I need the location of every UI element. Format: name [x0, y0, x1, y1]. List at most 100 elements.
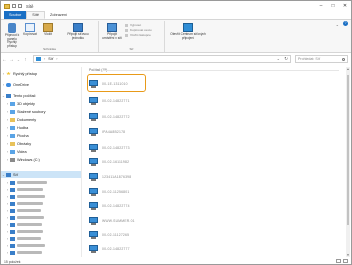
map-drive-button[interactable]: Připojit síťovou jednotku [61, 23, 95, 40]
computer-icon [89, 113, 98, 121]
minimize-icon[interactable]: – [318, 3, 324, 9]
copy-button[interactable]: Kopírovat [23, 23, 37, 37]
computer-item[interactable]: 00-02-14822773 [89, 141, 209, 155]
map-location-button[interactable]: Připojit umístění v síti [101, 23, 123, 40]
nav-network-node[interactable]: › [1, 179, 81, 186]
nav-item-pictures[interactable]: › Obrázky [1, 140, 81, 147]
breadcrumb-chevron-icon[interactable]: › [56, 57, 57, 61]
nav-network-node[interactable]: › [1, 193, 81, 200]
tab-network[interactable]: Sítě [26, 11, 46, 19]
close-icon[interactable]: ✕ [342, 3, 348, 9]
nav-network-node[interactable]: › [1, 221, 81, 228]
nav-item-quick-access[interactable]: › Rychlý přístup [1, 70, 81, 77]
computer-icon [10, 229, 15, 234]
nav-network-node[interactable]: › [1, 207, 81, 214]
download-folder-icon [10, 109, 15, 114]
nav-item-desktop[interactable]: › Plocha [1, 132, 81, 139]
computer-item[interactable]: WWW.SUMMER.01 [89, 214, 209, 228]
pin-label: Připnout k panelu Rychlý přístup [4, 33, 20, 48]
computer-name: WWW.SUMMER.01 [102, 219, 135, 223]
help-icon[interactable]: ? [343, 21, 348, 26]
view-switcher [336, 259, 348, 263]
computer-icon [10, 180, 15, 185]
paste-button[interactable]: Vložit [37, 23, 59, 37]
forward-icon[interactable]: → [8, 56, 15, 64]
address-dropdown-icon[interactable]: ⌄ [277, 56, 280, 62]
refresh-icon[interactable]: ↻ [284, 56, 288, 62]
item-count: 15 položek [4, 259, 21, 264]
nav-item-label: Tento počítač [13, 93, 36, 98]
nav-item-documents[interactable]: › Dokumenty [1, 116, 81, 123]
computer-item[interactable]: 00-02-16111982 [89, 155, 209, 169]
computer-icon [10, 222, 15, 227]
up-icon[interactable]: ↑ [22, 56, 29, 64]
computer-item[interactable]: 00-02-11256801 [89, 185, 209, 199]
computer-name: 00-02-14822774 [102, 204, 130, 208]
search-icon [342, 57, 345, 61]
computer-name: 00-02-14822771 [102, 99, 130, 103]
details-view-icon[interactable] [336, 259, 341, 263]
computer-icon [89, 188, 98, 196]
computer-item[interactable]: 00-02-14822777 [89, 242, 209, 256]
pane-divider[interactable] [81, 67, 82, 257]
network-group: Připojit umístění v síti Vyjmout Kopírov… [99, 21, 165, 52]
computer-item[interactable]: 00-02-14822774 [89, 199, 209, 213]
tab-view[interactable]: Zobrazení [45, 11, 72, 19]
nav-network-node[interactable]: › [1, 235, 81, 242]
nav-network-node[interactable]: › [1, 249, 81, 256]
vertical-scrollbar[interactable]: ▲ ▼ [346, 67, 350, 257]
properties-icon[interactable] [12, 4, 16, 8]
computer-name: IPA4A8B2178 [102, 130, 126, 134]
tab-file[interactable]: Soubor [4, 11, 27, 19]
computer-name: 00-02-14822772 [102, 115, 130, 119]
nav-item-drive-c[interactable]: › Windows (C:) [1, 156, 81, 163]
computer-item[interactable]: 00-02-14822772 [89, 110, 209, 124]
search-input[interactable]: Prohledat: Síť [295, 55, 348, 63]
nav-item-this-pc[interactable]: ⌄ Tento počítač [1, 92, 81, 99]
breadcrumb[interactable]: Síť [48, 57, 53, 61]
ribbon-tabs: Soubor Sítě Zobrazení [1, 11, 351, 20]
folder-icon[interactable] [4, 3, 10, 9]
chevron-down-icon[interactable]: ⌄ [336, 22, 339, 27]
computer-icon [89, 97, 98, 105]
cut-item[interactable]: Vyjmout [125, 23, 141, 27]
computer-name: 00-02-14822777 [102, 247, 130, 251]
network-center-icon [183, 23, 193, 32]
computer-item[interactable]: 00-02-11127265 [89, 228, 209, 242]
large-icons-view-icon[interactable] [343, 259, 348, 263]
network-icon [36, 57, 41, 61]
nav-network-node[interactable]: › [1, 186, 81, 193]
computer-icon [10, 236, 15, 241]
chevron-right-icon[interactable]: › [1, 72, 6, 76]
copy-path-icon [125, 28, 128, 32]
videos-folder-icon [10, 149, 15, 154]
recent-locations-icon[interactable]: ⌄ [15, 56, 22, 64]
computer-item[interactable]: IPA4A8B2178 [89, 125, 209, 139]
address-bar[interactable]: › Síť › ⌄ ↻ [33, 55, 291, 63]
nav-network-node[interactable]: › [1, 200, 81, 207]
nav-network-node[interactable]: › [1, 214, 81, 221]
nav-network-node[interactable]: › [1, 228, 81, 235]
maximize-icon[interactable]: □ [330, 3, 336, 9]
nav-network-node[interactable]: › [1, 242, 81, 249]
computer-item[interactable]: 00-02-14822771 [89, 94, 209, 108]
scroll-up-icon[interactable]: ▲ [346, 67, 350, 71]
nav-item-network[interactable]: ⌄ Síť [1, 171, 81, 178]
pin-button[interactable]: Připnout k panelu Rychlý přístup [3, 23, 21, 48]
copy-path-item[interactable]: Kopírovat cestu [125, 28, 152, 32]
open-network-center-button[interactable]: Otevřít Centrum síťových připojení [169, 23, 207, 40]
back-icon[interactable]: ← [1, 56, 8, 64]
network-group-label: Síť [129, 47, 134, 51]
nav-item-label: Dokumenty [17, 117, 37, 122]
scroll-down-icon[interactable]: ▼ [346, 253, 350, 257]
nav-item-onedrive[interactable]: › OneDrive [1, 81, 81, 88]
scrollbar-thumb[interactable] [347, 75, 349, 225]
nav-item-downloads[interactable]: › Stažené soubory [1, 108, 81, 115]
nav-item-3d-objects[interactable]: › 3D objekty [1, 100, 81, 107]
nav-item-videos[interactable]: › Videa [1, 148, 81, 155]
computer-item[interactable]: 123411A1876398 [89, 170, 209, 184]
computer-icon [89, 173, 98, 181]
paste-shortcut-item[interactable]: Vložit zástupce [125, 33, 151, 37]
new-folder-icon[interactable] [18, 4, 22, 8]
nav-item-music[interactable]: › Hudba [1, 124, 81, 131]
